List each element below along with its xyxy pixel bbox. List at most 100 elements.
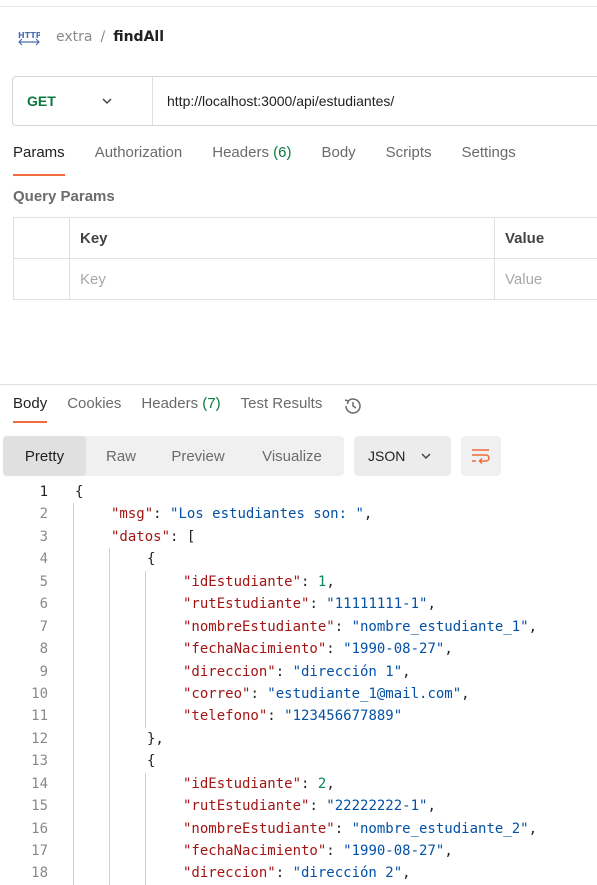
line-number: 1 bbox=[39, 484, 48, 500]
code-text: "nombreEstudiante": "nombre_estudiante_1… bbox=[183, 616, 537, 638]
format-dropdown[interactable]: JSON bbox=[354, 436, 451, 476]
value-column-header: Value bbox=[495, 218, 597, 258]
row-checkbox[interactable] bbox=[14, 259, 70, 299]
indent-guide bbox=[145, 817, 146, 840]
svg-text:HTTP: HTTP bbox=[18, 31, 40, 40]
line-number: 14 bbox=[31, 775, 48, 792]
http-icon: HTTP bbox=[18, 31, 40, 46]
view-preview-button[interactable]: Preview bbox=[156, 436, 240, 476]
code-text: { bbox=[147, 750, 155, 772]
view-raw-button[interactable]: Raw bbox=[86, 436, 156, 476]
response-body-editor[interactable]: 1{2 "msg": "Los estudiantes son: ", 3 "dato… bbox=[0, 481, 597, 885]
line-number: 2 bbox=[39, 506, 48, 523]
url-input[interactable]: http://localhost:3000/api/estudiantes/ bbox=[153, 93, 394, 109]
indent-guide bbox=[73, 772, 74, 796]
indent-guide bbox=[73, 503, 74, 526]
wrap-lines-button[interactable] bbox=[461, 436, 501, 476]
code-text: }, bbox=[147, 728, 164, 750]
json-key: "fechaNacimiento" bbox=[183, 641, 327, 658]
json-punctuation: { bbox=[147, 753, 156, 770]
json-key: "telefono" bbox=[183, 708, 268, 725]
history-icon[interactable] bbox=[342, 395, 364, 417]
json-key: "fechaNacimiento" bbox=[183, 843, 327, 859]
indent-guide bbox=[73, 840, 74, 863]
indent-guide bbox=[109, 750, 110, 773]
tab-label: Test Results bbox=[240, 395, 323, 412]
view-mode-selector: Pretty Raw Preview Visualize bbox=[3, 436, 344, 476]
json-punctuation: , bbox=[461, 685, 470, 702]
line-number: 13 bbox=[31, 753, 48, 770]
json-string: "123456677889" bbox=[284, 708, 403, 725]
json-punctuation: : bbox=[326, 641, 344, 658]
line-number: 5 bbox=[39, 573, 48, 590]
query-params-title: Query Params bbox=[13, 188, 115, 205]
tab-headers[interactable]: Headers (6) bbox=[212, 144, 291, 176]
indent-guide bbox=[109, 817, 110, 840]
table-header-row: Key Value bbox=[14, 218, 597, 259]
json-punctuation: }, bbox=[147, 730, 164, 747]
indent-guide bbox=[73, 548, 74, 571]
indent-guide bbox=[73, 570, 74, 594]
indent-guide bbox=[145, 615, 146, 639]
tab-scripts[interactable]: Scripts bbox=[386, 144, 432, 176]
line-number: 9 bbox=[39, 663, 48, 680]
code-line: 11 "telefono": "123456677889" bbox=[0, 705, 597, 728]
json-punctuation: : [ bbox=[170, 528, 196, 545]
code-line: 14 "idEstudiante": 2, bbox=[0, 772, 597, 796]
response-tabs: Body Cookies Headers (7) Test Results bbox=[13, 395, 364, 423]
request-name[interactable]: findAll bbox=[113, 29, 164, 45]
json-punctuation: , bbox=[326, 573, 335, 590]
json-string: "Los estudiantes son: " bbox=[170, 506, 364, 523]
json-string: "nombre_estudiante_2" bbox=[351, 820, 529, 837]
wrap-lines-icon bbox=[472, 449, 490, 465]
json-punctuation: : bbox=[301, 573, 318, 590]
line-number: 7 bbox=[39, 618, 48, 635]
indent-guide bbox=[145, 795, 146, 818]
method-select[interactable]: GET bbox=[13, 77, 153, 125]
url-bar: GET http://localhost:3000/api/estudiante… bbox=[12, 76, 597, 126]
indent-guide bbox=[73, 705, 74, 728]
tab-label: Authorization bbox=[94, 144, 183, 161]
response-tab-cookies[interactable]: Cookies bbox=[67, 395, 121, 423]
pane-divider[interactable] bbox=[0, 384, 597, 385]
json-punctuation: { bbox=[75, 484, 84, 500]
tab-label: Params bbox=[13, 144, 65, 161]
tab-label: Body bbox=[321, 144, 356, 161]
indent-guide bbox=[73, 795, 74, 818]
response-tab-test-results[interactable]: Test Results bbox=[241, 395, 323, 423]
indent-guide bbox=[73, 525, 74, 549]
indent-guide bbox=[145, 593, 146, 616]
view-pretty-button[interactable]: Pretty bbox=[3, 436, 86, 476]
tab-params[interactable]: Params bbox=[13, 144, 65, 176]
indent-guide bbox=[73, 817, 74, 840]
param-key-input[interactable]: Key bbox=[70, 259, 495, 299]
tab-settings[interactable]: Settings bbox=[462, 144, 516, 176]
tab-authorization[interactable]: Authorization bbox=[95, 144, 183, 176]
tab-label: Body bbox=[13, 395, 48, 412]
view-visualize-button[interactable]: Visualize bbox=[240, 436, 344, 476]
indent-guide bbox=[109, 772, 110, 796]
indent-guide bbox=[73, 615, 74, 639]
code-line: 5 "idEstudiante": 1, bbox=[0, 570, 597, 594]
indent-guide bbox=[145, 660, 146, 683]
json-punctuation: : bbox=[275, 663, 293, 680]
json-key: "nombreEstudiante" bbox=[183, 618, 335, 635]
request-tabs: Params Authorization Headers (6) Body Script… bbox=[13, 144, 546, 176]
json-punctuation: , bbox=[427, 798, 436, 815]
indent-guide bbox=[73, 750, 74, 773]
json-punctuation: : bbox=[326, 843, 344, 859]
response-tab-body[interactable]: Body bbox=[13, 395, 48, 423]
indent-guide bbox=[109, 727, 110, 751]
tab-body[interactable]: Body bbox=[321, 144, 355, 176]
json-punctuation: : bbox=[309, 596, 327, 613]
indent-guide bbox=[145, 772, 146, 796]
param-value-input[interactable]: Value bbox=[495, 259, 597, 299]
json-key: "msg" bbox=[111, 506, 154, 523]
json-key: "rutEstudiante" bbox=[183, 596, 310, 613]
tab-label: Cookies bbox=[67, 395, 122, 412]
breadcrumb: HTTP extra / findAll bbox=[18, 26, 164, 48]
json-string: "1990-08-27" bbox=[343, 641, 445, 658]
response-tab-headers[interactable]: Headers (7) bbox=[141, 395, 220, 423]
query-params-table: Key Value Key Value bbox=[13, 217, 597, 300]
breadcrumb-parent[interactable]: extra bbox=[56, 29, 92, 45]
